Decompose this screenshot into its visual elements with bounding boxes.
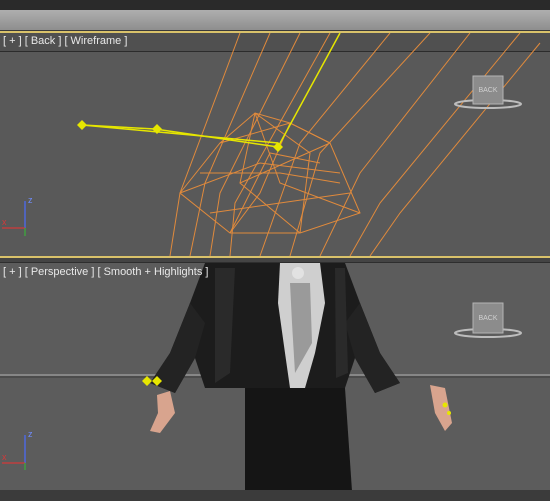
viewport-back-wireframe[interactable]: [ + ] [ Back ] [ Wireframe ] z x BACK	[0, 31, 550, 258]
axis-gizmo: z x	[2, 429, 33, 470]
wireframe-scene: z x BACK	[2, 33, 541, 256]
viewcube-label: BACK	[478, 87, 497, 94]
viewport-perspective-smooth[interactable]: [ + ] [ Perspective ] [ Smooth + Highlig…	[0, 262, 550, 490]
axis-z-label: z	[28, 195, 33, 205]
axis-x-label: x	[2, 452, 7, 462]
viewcube-label: BACK	[478, 315, 497, 322]
status-strip	[0, 490, 550, 501]
viewport-label[interactable]: [ + ] [ Perspective ] [ Smooth + Highlig…	[3, 266, 208, 278]
viewcube: BACK	[454, 75, 522, 109]
viewcube: BACK	[454, 302, 522, 338]
viewport-label[interactable]: [ + ] [ Back ] [ Wireframe ]	[3, 35, 127, 47]
axis-gizmo: z x	[2, 195, 33, 236]
axis-x-label: x	[2, 217, 7, 227]
wireframe-mesh	[169, 33, 541, 256]
title-bar-strip	[0, 0, 550, 10]
axis-z-label: z	[28, 429, 33, 439]
bone-chain	[81, 33, 341, 148]
perspective-scene: z x BACK	[0, 263, 550, 490]
window-title-bar	[0, 0, 550, 31]
